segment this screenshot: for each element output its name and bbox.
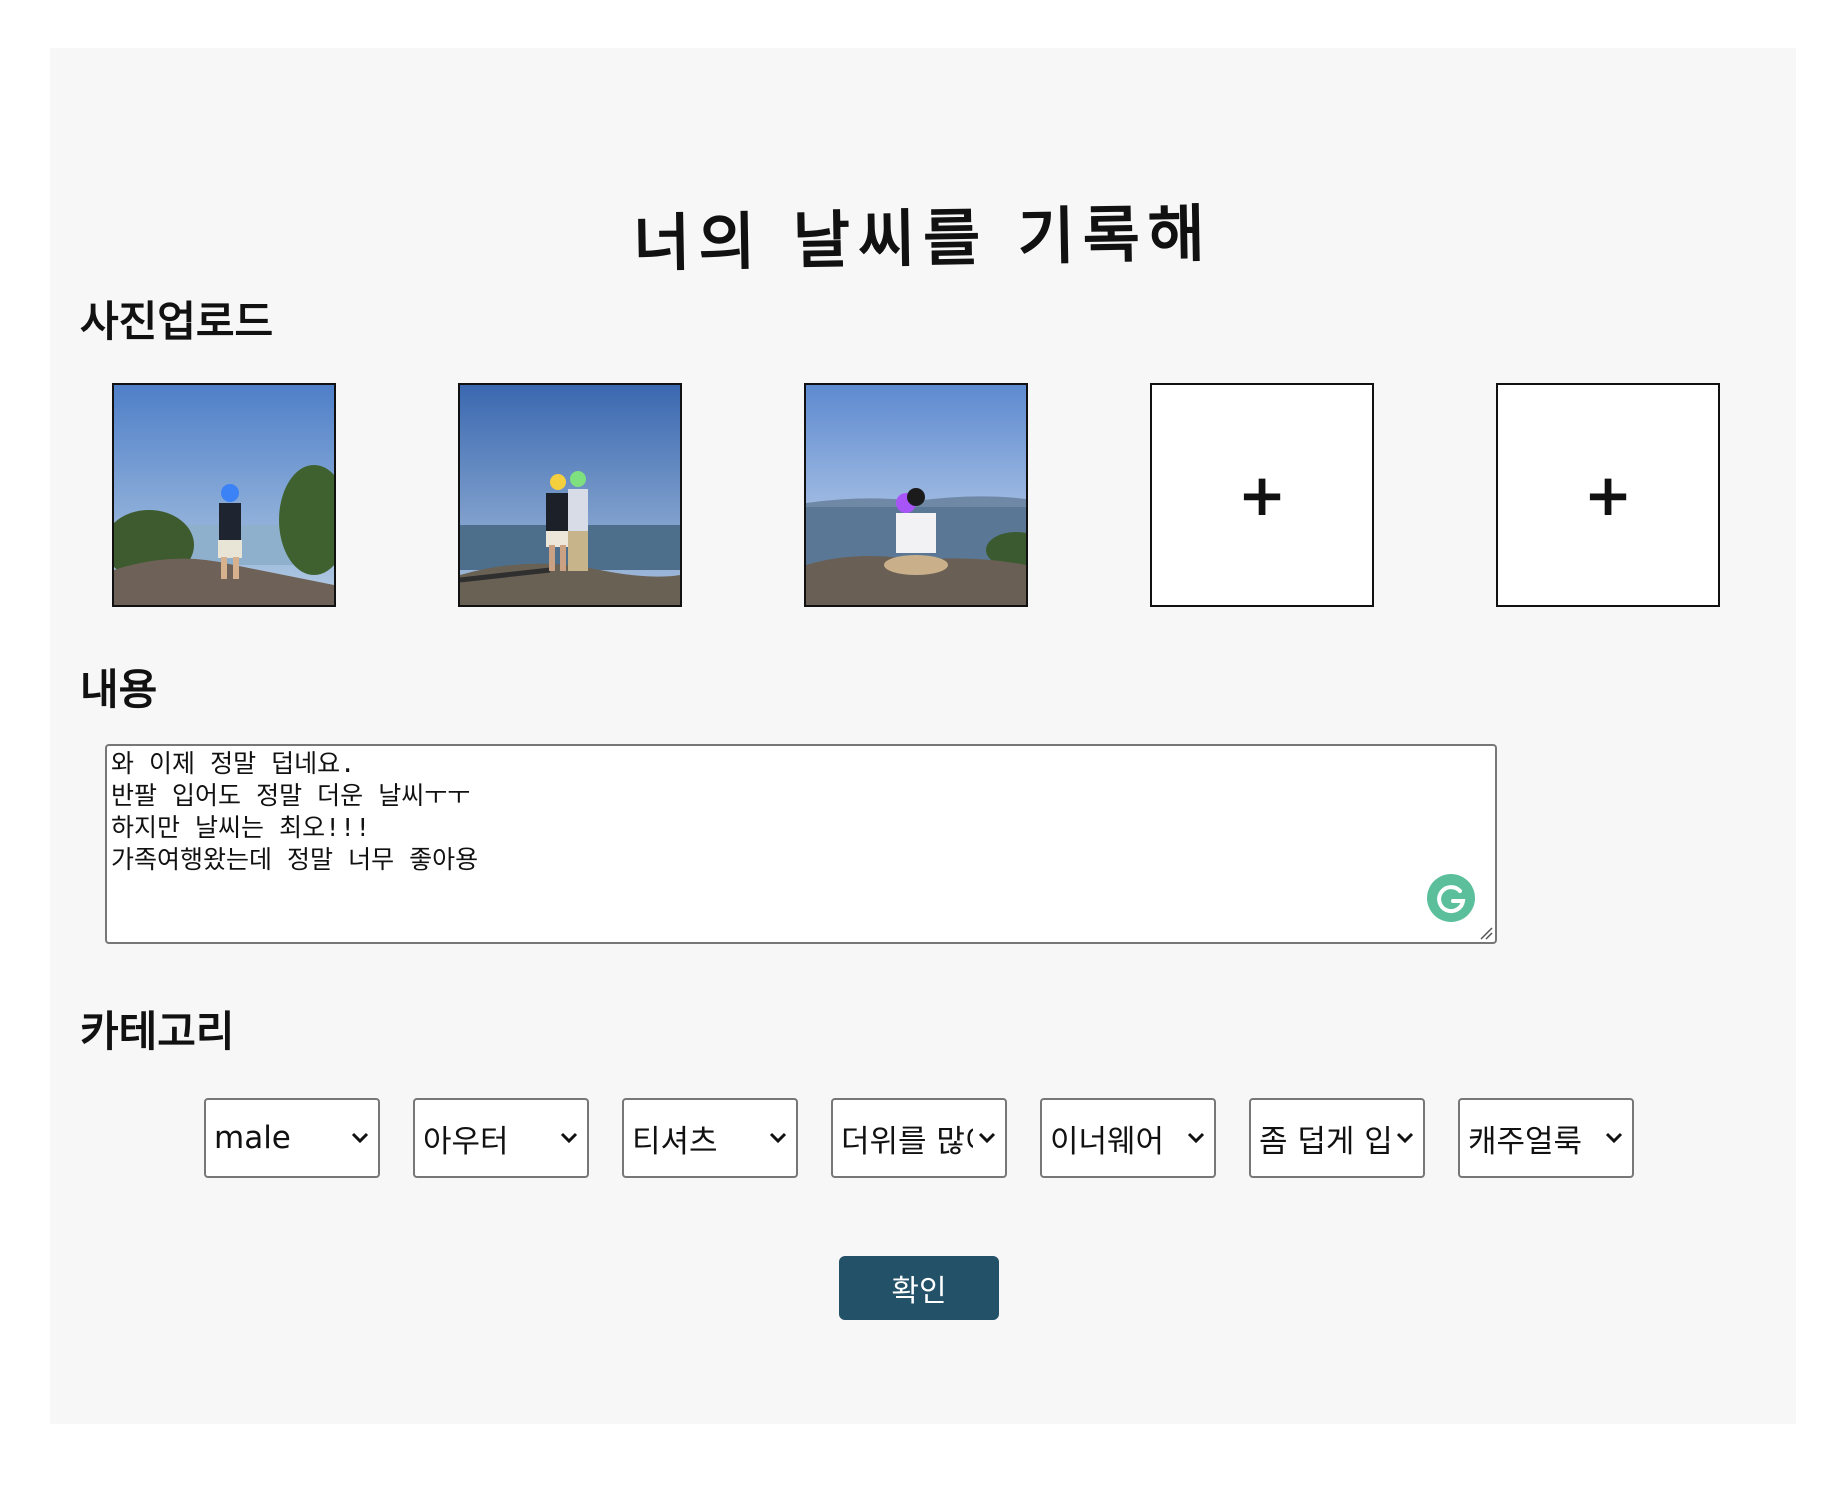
select-style[interactable]: 캐주얼룩 [1458,1098,1634,1178]
chevron-down-icon [978,1132,996,1144]
select-fit[interactable]: 좀 덥게 입 [1249,1098,1425,1178]
select-innerwear[interactable]: 이너웨어 [1040,1098,1216,1178]
photo-upload-heading: 사진업로드 [80,297,274,346]
content-line: 반팔 입어도 정말 더운 날씨ㅜㅜ [111,781,471,810]
grammarly-icon[interactable] [1427,874,1475,922]
select-heat-sensitivity[interactable]: 더위를 많이 [831,1098,1007,1178]
content-line: 가족여행왔는데 정말 너무 좋아용 [111,845,479,874]
chevron-down-icon [351,1132,369,1144]
chevron-down-icon [560,1132,578,1144]
confirm-button[interactable]: 확인 [839,1256,999,1320]
photo-thumbnail-3[interactable] [804,383,1028,607]
add-photo-button-2[interactable]: + [1496,383,1720,607]
content-line: 와 이제 정말 덥네요. [111,749,356,778]
plus-icon: + [1237,461,1287,529]
select-value: male [214,1120,291,1156]
select-value: 티셔츠 [632,1123,718,1160]
content-line: 하지만 날씨는 최오!!! [111,813,371,842]
select-top[interactable]: 티셔츠 [622,1098,798,1178]
photo-thumbnail-2[interactable] [458,383,682,607]
form-panel: 너의 날씨를 기록해 사진업로드 + + 내용 와 이제 정말 덥네요. 반팔 … [50,48,1796,1424]
page-title: 너의 날씨를 기록해 [632,196,1214,281]
chevron-down-icon [769,1132,787,1144]
photo-thumbnail-1[interactable] [112,383,336,607]
select-value: 캐주얼룩 [1468,1123,1583,1160]
resize-handle-icon[interactable] [1479,926,1493,940]
chevron-down-icon [1396,1132,1414,1144]
select-gender[interactable]: male [204,1098,380,1178]
plus-icon: + [1583,461,1633,529]
select-outer[interactable]: 아우터 [413,1098,589,1178]
chevron-down-icon [1605,1132,1623,1144]
select-value: 좀 덥게 입 [1259,1123,1391,1160]
content-heading: 내용 [80,665,158,714]
content-textarea[interactable]: 와 이제 정말 덥네요. 반팔 입어도 정말 더운 날씨ㅜㅜ 하지만 날씨는 최… [105,744,1497,944]
chevron-down-icon [1187,1132,1205,1144]
select-value: 이너웨어 [1050,1123,1165,1160]
category-heading: 카테고리 [80,1007,235,1056]
select-value: 아우터 [423,1123,509,1160]
add-photo-button-1[interactable]: + [1150,383,1374,607]
select-value: 더위를 많이 [841,1123,973,1160]
